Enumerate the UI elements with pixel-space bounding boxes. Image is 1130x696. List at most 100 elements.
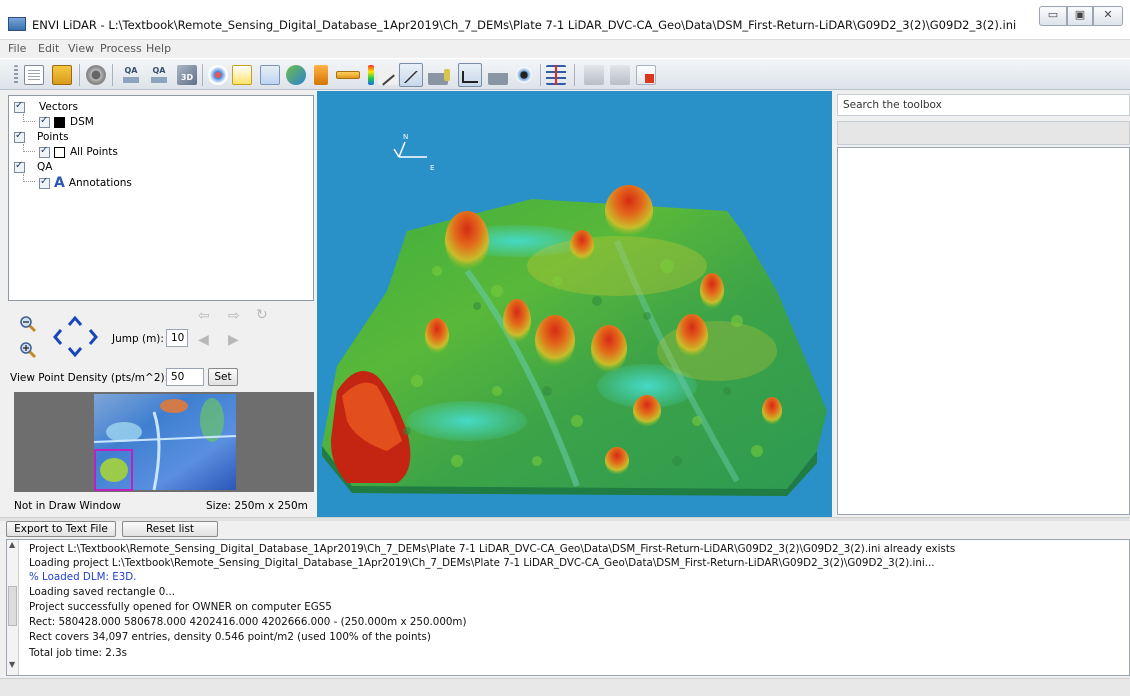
toolbar-grip-icon — [14, 65, 18, 85]
compass-east-label: E — [430, 164, 434, 172]
envi-app-icon — [8, 17, 26, 31]
section-icon[interactable] — [488, 65, 508, 85]
density-input[interactable]: 50 — [166, 368, 204, 386]
color-scale-icon[interactable] — [368, 65, 374, 85]
jump-label: Jump (m): — [112, 333, 164, 345]
report-export-icon[interactable] — [610, 65, 630, 85]
export-to-text-file-button[interactable]: Export to Text File — [6, 521, 116, 537]
menu-process[interactable]: Process — [100, 42, 142, 55]
refresh-icon[interactable]: ↻ — [256, 307, 268, 323]
pdf-report-icon[interactable] — [636, 65, 656, 85]
log-line: Rect: 580428.000 580678.000 4202416.000 … — [29, 616, 467, 628]
menu-edit[interactable]: Edit — [38, 42, 59, 55]
toolbox-list[interactable] — [837, 147, 1130, 515]
toolbox-search-input[interactable]: Search the toolbox — [837, 94, 1130, 116]
scroll-down-icon[interactable]: ▼ — [9, 660, 15, 669]
toolbar-separator — [202, 64, 203, 86]
layer-qa[interactable]: QA — [14, 160, 52, 174]
terrain-profile-icon[interactable] — [399, 63, 423, 87]
toolbar-separator — [540, 64, 541, 86]
zoom-out-icon[interactable] — [18, 314, 38, 334]
pan-down-icon — [67, 347, 83, 358]
layer-dsm[interactable]: DSM — [39, 115, 94, 129]
annotations-checkbox[interactable] — [39, 176, 50, 189]
annotation-a-icon: A — [54, 175, 65, 191]
step-left-icon[interactable]: ◀ — [198, 332, 209, 348]
target-icon[interactable] — [208, 65, 228, 85]
eye-icon[interactable] — [514, 65, 534, 85]
compass-north-label: N — [403, 133, 408, 141]
layer-tree-panel: Vectors DSM Points All Points QA A Annot… — [8, 95, 314, 301]
pan-arrows — [53, 315, 98, 358]
close-icon: ✕ — [1103, 8, 1113, 21]
layer-annotations[interactable]: A Annotations — [39, 176, 132, 190]
layer-vectors[interactable]: Vectors — [14, 100, 78, 114]
maximize-button[interactable]: ▣ — [1067, 6, 1093, 26]
menu-help[interactable]: Help — [146, 42, 171, 55]
layer-dsm-label: DSM — [70, 116, 94, 128]
measure-ruler-icon[interactable] — [336, 71, 360, 79]
history-forward-icon[interactable]: ⇨ — [228, 308, 240, 324]
layer-annotations-label: Annotations — [68, 177, 132, 189]
jump-input[interactable]: 10 — [166, 329, 188, 347]
3d-terrain-render: N E — [322, 133, 827, 496]
all-points-checkbox[interactable] — [39, 145, 50, 158]
scroll-up-icon[interactable]: ▲ — [9, 540, 15, 549]
layer-all-points-label: All Points — [70, 146, 118, 158]
layer-vectors-label: Vectors — [39, 101, 78, 113]
title-bar: ENVI LiDAR - L:\Textbook\Remote_Sensing_… — [0, 0, 1130, 40]
vectors-checkbox[interactable] — [14, 100, 25, 113]
set-density-button[interactable]: Set — [208, 368, 238, 386]
log-scrollbar[interactable]: ▲ ▼ — [7, 540, 19, 675]
qa-lines-icon[interactable]: QA — [149, 65, 169, 85]
density-label: View Point Density (pts/m^2): — [10, 372, 169, 384]
qa-3d-icon[interactable]: 3D — [177, 65, 197, 85]
image-export-icon[interactable] — [232, 65, 252, 85]
toolbox-header-bar — [837, 121, 1130, 145]
toolbar-separator — [79, 64, 80, 86]
log-line: Loading saved rectangle 0... — [29, 586, 176, 598]
all-points-swatch-icon — [54, 146, 65, 158]
step-right-icon[interactable]: ▶ — [228, 332, 239, 348]
extract-icon[interactable] — [314, 65, 328, 85]
report-icon[interactable] — [584, 65, 604, 85]
navigation-panel: Jump (m): 10 ⇦ ⇨ ↻ ◀ ▶ View Point Densit… — [8, 302, 314, 390]
image-import-icon[interactable] — [260, 65, 280, 85]
north-arrow-icon — [393, 141, 427, 158]
marker-icon[interactable] — [444, 69, 450, 81]
points-checkbox[interactable] — [14, 130, 25, 143]
tree-connector — [23, 144, 35, 152]
pan-left-icon — [53, 329, 63, 345]
qa-checkbox[interactable] — [14, 160, 25, 173]
new-project-icon[interactable] — [24, 65, 44, 85]
layer-points-label: Points — [37, 131, 69, 143]
overview-map[interactable] — [14, 392, 314, 492]
layer-all-points[interactable]: All Points — [39, 145, 118, 159]
settings-gear-icon[interactable] — [86, 65, 106, 85]
minimize-button[interactable]: ▭ — [1039, 6, 1067, 26]
cross-section-icon[interactable] — [546, 65, 566, 85]
qa-points-icon[interactable]: QA — [121, 65, 141, 85]
draw-pencil-icon[interactable] — [378, 65, 398, 86]
menu-file[interactable]: File — [8, 42, 26, 55]
log-panel: ▲ ▼ Project L:\Textbook\Remote_Sensing_D… — [6, 539, 1130, 676]
section-view-icon[interactable] — [458, 63, 482, 87]
log-line: Loading project L:\Textbook\Remote_Sensi… — [29, 557, 935, 569]
dsm-checkbox[interactable] — [39, 115, 50, 128]
puzzle-icon[interactable] — [286, 65, 306, 85]
menu-view[interactable]: View — [68, 42, 94, 55]
zoom-in-icon[interactable] — [18, 340, 38, 360]
layer-points[interactable]: Points — [14, 130, 69, 144]
reset-list-button[interactable]: Reset list — [122, 521, 218, 537]
toolbar-separator — [112, 64, 113, 86]
layer-qa-label: QA — [37, 161, 53, 173]
log-scroll-thumb[interactable] — [8, 586, 17, 626]
open-folder-icon[interactable] — [52, 65, 72, 85]
3d-point-cloud-view[interactable]: N E — [317, 91, 832, 517]
log-line: Rect covers 34,097 entries, density 0.54… — [29, 631, 431, 643]
dsm-swatch-icon — [54, 116, 65, 128]
history-back-icon[interactable]: ⇦ — [198, 308, 210, 324]
toolbar-separator — [574, 64, 575, 86]
status-bar — [0, 678, 1130, 696]
close-button[interactable]: ✕ — [1093, 6, 1123, 26]
